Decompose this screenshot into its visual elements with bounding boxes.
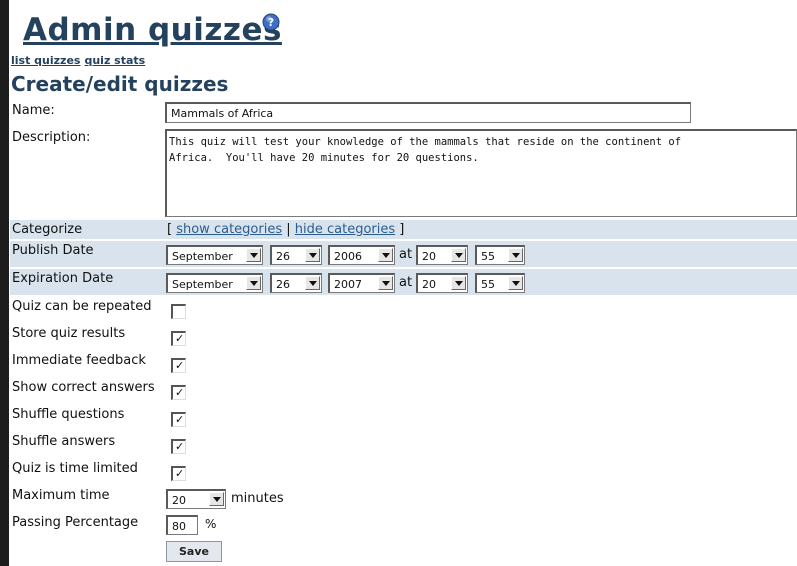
show-categories-link[interactable]: show categories bbox=[176, 222, 282, 237]
list-quizzes-link[interactable]: list quizzes bbox=[11, 54, 80, 67]
passing-row: Passing Percentage 80 % bbox=[10, 513, 797, 539]
publish-year-select[interactable]: 2006 bbox=[328, 245, 395, 265]
show-answers-row: Show correct answers ✓ bbox=[10, 378, 797, 403]
quiz-stats-link[interactable]: quiz stats bbox=[84, 54, 145, 67]
checkbox-label: Quiz can be repeated bbox=[12, 299, 152, 314]
shuffle-questions-row: Shuffle questions ✓ bbox=[10, 405, 797, 430]
chevron-down-icon bbox=[305, 248, 320, 262]
checkbox-label: Immediate feedback bbox=[12, 353, 146, 368]
svg-text:?: ? bbox=[268, 16, 274, 29]
expiration-date-label: Expiration Date bbox=[12, 271, 114, 286]
publish-at-label: at bbox=[399, 247, 413, 262]
window-edge bbox=[0, 0, 9, 566]
description-textarea[interactable]: This quiz will test your knowledge of th… bbox=[165, 129, 797, 217]
publish-date-row: Publish Date September 26 2006 at 20 55 bbox=[10, 241, 797, 267]
bracket-open: [ bbox=[167, 222, 177, 237]
chevron-down-icon bbox=[508, 248, 523, 262]
name-label: Name: bbox=[12, 103, 55, 118]
max-time-label: Maximum time bbox=[12, 488, 110, 503]
publish-minute-select[interactable]: 55 bbox=[475, 245, 525, 265]
checkbox-label: Shuffle questions bbox=[12, 407, 125, 422]
shuffle-questions-checkbox[interactable]: ✓ bbox=[171, 412, 186, 427]
shuffle-answers-checkbox[interactable]: ✓ bbox=[171, 439, 186, 454]
chevron-down-icon bbox=[305, 276, 320, 290]
description-label: Description: bbox=[12, 130, 91, 145]
publish-date-label: Publish Date bbox=[12, 243, 94, 258]
max-time-row: Maximum time 20 minutes bbox=[10, 486, 797, 512]
checkbox-label: Shuffle answers bbox=[12, 434, 116, 449]
check-icon: ✓ bbox=[175, 440, 185, 453]
expiration-day-select[interactable]: 26 bbox=[270, 273, 322, 293]
minutes-label: minutes bbox=[231, 491, 284, 506]
check-icon: ✓ bbox=[175, 386, 185, 399]
chevron-down-icon bbox=[451, 276, 466, 290]
chevron-down-icon bbox=[378, 276, 393, 290]
save-button[interactable]: Save bbox=[166, 541, 222, 562]
check-icon: ✓ bbox=[175, 332, 185, 345]
checkbox-label: Quiz is time limited bbox=[12, 461, 138, 476]
passing-label: Passing Percentage bbox=[12, 515, 139, 530]
store-results-checkbox[interactable]: ✓ bbox=[171, 331, 186, 346]
publish-hour-select[interactable]: 20 bbox=[416, 245, 468, 265]
repeat-checkbox[interactable] bbox=[171, 304, 186, 319]
checkbox-label: Show correct answers bbox=[12, 380, 155, 395]
publish-day-select[interactable]: 26 bbox=[270, 245, 322, 265]
categorize-row: Categorize [ show categories | hide cate… bbox=[10, 220, 797, 239]
bracket-close: ] bbox=[395, 222, 405, 237]
categorize-links: [ show categories | hide categories ] bbox=[167, 222, 404, 237]
check-icon: ✓ bbox=[175, 413, 185, 426]
store-results-row: Store quiz results ✓ bbox=[10, 324, 797, 349]
publish-month-select[interactable]: September bbox=[166, 245, 263, 265]
help-question-icon[interactable]: ? bbox=[262, 13, 280, 31]
passing-input[interactable]: 80 bbox=[166, 515, 198, 535]
description-row: Description: This quiz will test your kn… bbox=[10, 127, 797, 219]
chevron-down-icon bbox=[508, 276, 523, 290]
expiration-hour-select[interactable]: 20 bbox=[416, 273, 468, 293]
section-title: Create/edit quizzes bbox=[11, 72, 229, 96]
page-title: Admin quizzes bbox=[23, 12, 282, 48]
max-time-select[interactable]: 20 bbox=[166, 489, 226, 509]
expiration-year-select[interactable]: 2007 bbox=[328, 273, 395, 293]
hide-categories-link[interactable]: hide categories bbox=[295, 222, 395, 237]
repeat-row: Quiz can be repeated bbox=[10, 297, 797, 322]
chevron-down-icon bbox=[209, 492, 224, 506]
nav-links: list quizzes quiz stats bbox=[11, 54, 149, 67]
chevron-down-icon bbox=[451, 248, 466, 262]
chevron-down-icon bbox=[246, 248, 261, 262]
time-limited-row: Quiz is time limited ✓ bbox=[10, 459, 797, 484]
name-row: Name: Mammals of Africa bbox=[10, 100, 797, 125]
chevron-down-icon bbox=[378, 248, 393, 262]
expiration-at-label: at bbox=[399, 275, 413, 290]
check-icon: ✓ bbox=[175, 467, 185, 480]
feedback-row: Immediate feedback ✓ bbox=[10, 351, 797, 376]
check-icon: ✓ bbox=[175, 359, 185, 372]
categorize-label: Categorize bbox=[12, 222, 83, 237]
name-input[interactable]: Mammals of Africa bbox=[165, 102, 691, 123]
show-answers-checkbox[interactable]: ✓ bbox=[171, 385, 186, 400]
expiration-month-select[interactable]: September bbox=[166, 273, 263, 293]
checkbox-label: Store quiz results bbox=[12, 326, 126, 341]
expiration-minute-select[interactable]: 55 bbox=[475, 273, 525, 293]
feedback-checkbox[interactable]: ✓ bbox=[171, 358, 186, 373]
percent-label: % bbox=[205, 517, 217, 531]
shuffle-answers-row: Shuffle answers ✓ bbox=[10, 432, 797, 457]
expiration-date-row: Expiration Date September 26 2007 at 20 … bbox=[10, 269, 797, 295]
chevron-down-icon bbox=[246, 276, 261, 290]
time-limited-checkbox[interactable]: ✓ bbox=[171, 466, 186, 481]
separator: | bbox=[282, 222, 295, 237]
